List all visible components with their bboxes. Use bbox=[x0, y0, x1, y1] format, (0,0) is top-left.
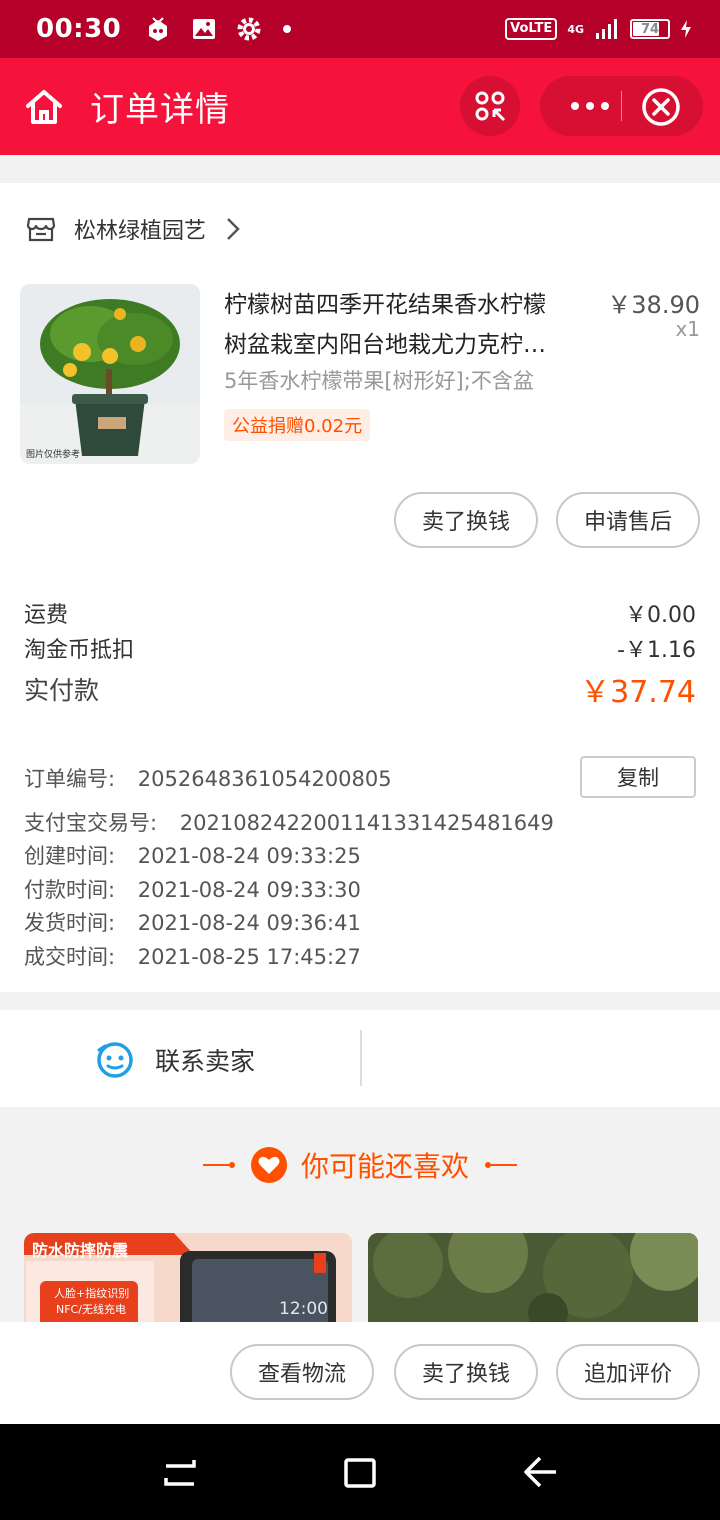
image-watermark: 图片仅供参考 bbox=[26, 450, 81, 460]
charity-badge: 公益捐赠0.02元 bbox=[224, 409, 371, 441]
order-number: 2052648361054200805 bbox=[137, 767, 392, 791]
settings-icon bbox=[237, 17, 261, 41]
system-nav-bar bbox=[0, 1424, 720, 1520]
network-type: 4G bbox=[567, 22, 584, 36]
shipping-value: ￥0.00 bbox=[625, 603, 696, 628]
product-title[interactable]: 柠檬树苗四季开花结果香水柠檬 树盆栽室内阳台地栽尤力克柠… bbox=[224, 285, 594, 365]
recent-apps-icon[interactable] bbox=[162, 1456, 198, 1488]
order-card: 松林绿植园艺 图片仅供参考 柠檬树苗四季开花结果香水柠檬 树盆栽室内阳台地栽尤力… bbox=[0, 183, 720, 992]
shop-name: 松林绿植园艺 bbox=[74, 219, 207, 244]
back-icon[interactable] bbox=[520, 1454, 560, 1490]
contact-seller-label: 联系卖家 bbox=[155, 1047, 256, 1076]
created-time-row: 创建时间: 2021-08-24 09:33:25 bbox=[24, 844, 361, 868]
paid-label: 实付款 bbox=[24, 676, 100, 705]
signal-icon bbox=[596, 19, 617, 39]
product-price: ￥38.90 bbox=[607, 291, 700, 319]
dot-icon bbox=[283, 25, 292, 33]
battery-icon: 74 bbox=[630, 19, 670, 39]
coin-discount-label: 淘金币抵扣 bbox=[24, 638, 135, 663]
copy-button[interactable]: 复制 bbox=[580, 756, 696, 798]
home-nav-icon[interactable] bbox=[342, 1454, 378, 1490]
sell-button[interactable]: 卖了换钱 bbox=[394, 492, 538, 548]
recommend-title: 你可能还喜欢 bbox=[300, 1150, 469, 1183]
gallery-icon bbox=[193, 19, 216, 39]
view-logistics-button[interactable]: 查看物流 bbox=[230, 1344, 374, 1400]
charging-icon bbox=[681, 20, 691, 38]
scan-button[interactable] bbox=[460, 76, 520, 136]
recommend-banner-text: 防水防摔防震 bbox=[32, 1241, 129, 1260]
mini-app-capsule bbox=[540, 76, 703, 136]
contact-bar: 联系卖家 bbox=[0, 1010, 720, 1107]
recommend-heading: 你可能还喜欢 bbox=[0, 1145, 720, 1185]
close-icon[interactable] bbox=[640, 86, 682, 128]
scan-icon bbox=[475, 91, 506, 122]
bottom-action-bar: 查看物流 卖了换钱 追加评价 bbox=[0, 1322, 720, 1424]
shipped-time-row: 发货时间: 2021-08-24 09:36:41 bbox=[24, 911, 361, 935]
paid-value: ￥37.74 bbox=[580, 675, 696, 710]
recommend-card[interactable] bbox=[368, 1233, 698, 1333]
home-icon[interactable] bbox=[24, 88, 64, 126]
order-number-row: 订单编号: 2052648361054200805 bbox=[24, 767, 392, 791]
page-title: 订单详情 bbox=[90, 90, 230, 130]
right-dash-icon bbox=[485, 1162, 517, 1168]
shop-icon bbox=[26, 217, 56, 242]
product-image[interactable]: 图片仅供参考 bbox=[20, 284, 200, 464]
after-sale-button[interactable]: 申请售后 bbox=[556, 492, 700, 548]
add-review-button[interactable]: 追加评价 bbox=[556, 1344, 700, 1400]
chevron-right-icon bbox=[227, 218, 240, 240]
closed-time-row: 成交时间: 2021-08-25 17:45:27 bbox=[24, 945, 361, 969]
heart-icon bbox=[250, 1147, 287, 1183]
product-sku: 5年香水柠檬带果[树形好];不含盆 bbox=[224, 369, 534, 393]
recommend-card[interactable]: 防水防摔防震 人脸+指纹识别 NFC/无线充电 12:00 bbox=[24, 1233, 352, 1333]
shipping-label: 运费 bbox=[24, 603, 69, 628]
product-quantity: x1 bbox=[675, 317, 700, 341]
more-button[interactable] bbox=[560, 76, 620, 136]
volte-badge: VoLTE bbox=[505, 18, 558, 40]
status-bar: 00:30 VoLTE 4G 74 bbox=[0, 0, 720, 58]
sell-button-bottom[interactable]: 卖了换钱 bbox=[394, 1344, 538, 1400]
game-icon bbox=[149, 17, 168, 41]
shop-link[interactable]: 松林绿植园艺 bbox=[26, 213, 240, 245]
alipay-number: 2021082422001141331425481649 bbox=[179, 811, 554, 835]
header-bar: 订单详情 bbox=[0, 58, 720, 155]
paid-time-row: 付款时间: 2021-08-24 09:33:30 bbox=[24, 878, 361, 902]
chat-bot-icon bbox=[97, 1042, 133, 1078]
clock: 00:30 bbox=[36, 14, 122, 44]
alipay-number-row: 支付宝交易号: 2021082422001141331425481649 bbox=[24, 811, 554, 835]
coin-discount-value: -￥1.16 bbox=[617, 638, 696, 663]
left-dash-icon bbox=[202, 1162, 235, 1168]
